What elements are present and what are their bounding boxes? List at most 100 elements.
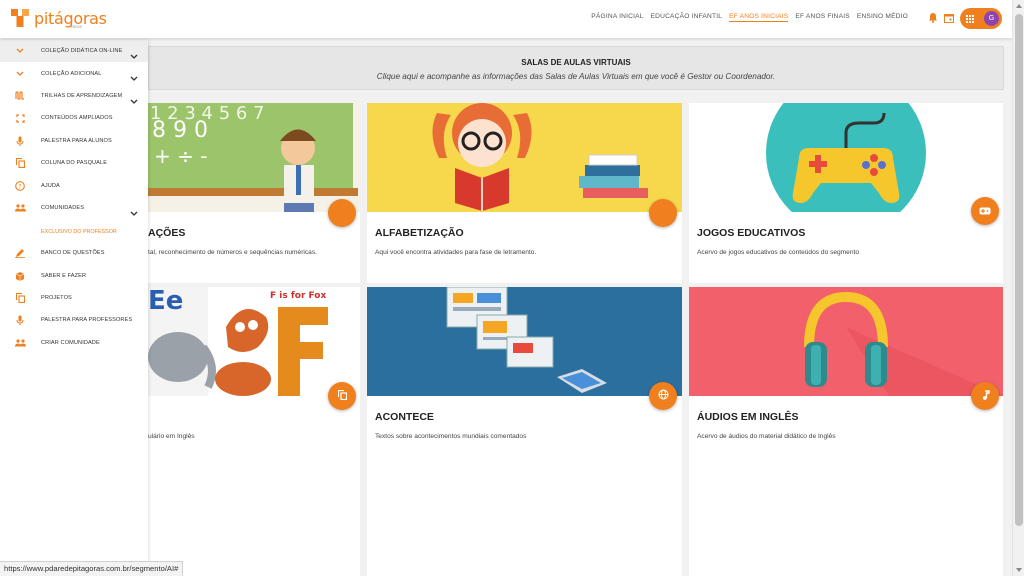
nav-pagina-inicial[interactable]: PÁGINA INICIAL: [591, 13, 643, 22]
card-image-caption: F is for Fox: [270, 291, 326, 301]
sidebar-item-projetos[interactable]: PROJETOS: [0, 287, 148, 309]
card-image: [689, 103, 1003, 212]
top-header: pitágoras REDE PÁGINA INICIAL EDUCAÇÃO I…: [0, 0, 1012, 38]
chevron-down-icon: [130, 204, 138, 222]
nav-ef-anos-iniciais[interactable]: EF ANOS INICIAIS: [729, 13, 789, 22]
card-image: 1 2 3 4 5 6 7 8 9 0 + ÷ -: [148, 103, 360, 212]
brand-subtitle: REDE: [71, 24, 83, 29]
card-title: AÇÕES: [148, 227, 186, 239]
gamepad-icon: [979, 202, 991, 220]
browser-status-url: https://www.pdaredepitagoras.com.br/segm…: [0, 561, 184, 576]
nav-ef-anos-finais[interactable]: EF ANOS FINAIS: [795, 13, 849, 22]
microphone-icon: [14, 314, 26, 326]
card-image: [367, 103, 682, 212]
card-title: ACONTECE: [375, 411, 434, 423]
card-description: Acervo de áudios do material didático de…: [697, 433, 836, 440]
sidebar-item-label: PALESTRA PARA PROFESSORES: [41, 317, 133, 324]
sidebar-item-colecao-didatica[interactable]: COLEÇÃO DIDÁTICA ON-LINE: [0, 40, 148, 63]
card-numeracao[interactable]: 1 2 3 4 5 6 7 8 9 0 + ÷ - AÇÕES tal, rec…: [148, 103, 360, 283]
music-note-icon: [981, 387, 990, 405]
globe-icon: [658, 387, 669, 405]
sidebar-item-comunidades[interactable]: COMUNIDADES: [0, 197, 148, 219]
sidebar-section-professor: EXCLUSIVO DO PROFESSOR: [41, 229, 117, 236]
sidebar-menu: COLEÇÃO DIDÁTICA ON-LINE COLEÇÃO ADICION…: [0, 40, 148, 576]
route-icon: [14, 90, 26, 102]
copy-icon: [14, 157, 26, 169]
sidebar-item-colecao-adicional[interactable]: COLEÇÃO ADICIONAL: [0, 62, 148, 84]
sidebar-item-trilhas[interactable]: TRILHAS DE APRENDIZAGEM: [0, 85, 148, 107]
microphone-icon: [14, 135, 26, 147]
sidebar-item-criar-comunidade[interactable]: CRIAR COMUNIDADE: [0, 332, 148, 354]
sidebar-item-label: PALESTRA PARA ALUNOS: [41, 137, 112, 144]
sidebar-item-label: AJUDA: [41, 182, 60, 189]
card-image: Ee F is for Fox: [148, 287, 360, 396]
group-icon: [14, 202, 26, 214]
card-description: Acervo de jogos educativos de conteúdos …: [697, 249, 860, 256]
card-action-button[interactable]: [971, 382, 999, 410]
card-action-button[interactable]: [971, 197, 999, 225]
bell-icon[interactable]: [928, 10, 938, 28]
card-action-button[interactable]: [649, 199, 677, 227]
sidebar-item-label: COLUNA DO PASQUALE: [41, 160, 108, 167]
expand-icon: [14, 112, 26, 124]
sidebar-item-label: CONTEÚDOS AMPLIADOS: [41, 115, 113, 122]
scroll-up-arrow[interactable]: [1016, 4, 1022, 8]
banner-subtitle: Clique aqui e acompanhe as informações d…: [376, 72, 776, 81]
sidebar-item-label: PROJETOS: [41, 295, 72, 302]
card-image: [689, 287, 1003, 396]
card-action-button[interactable]: [328, 382, 356, 410]
calendar-icon[interactable]: [944, 10, 954, 28]
sidebar-item-label: COMUNIDADES: [41, 204, 85, 211]
svg-text:Ee: Ee: [148, 287, 183, 316]
apps-grid-icon[interactable]: [966, 10, 974, 28]
sidebar-item-label: BANCO DE QUESTÕES: [41, 250, 105, 257]
user-menu-pill[interactable]: G: [960, 8, 1002, 29]
sidebar-item-label: COLEÇÃO DIDÁTICA ON-LINE: [41, 48, 123, 55]
nav-ensino-medio[interactable]: ENSINO MÉDIO: [857, 13, 908, 22]
sidebar-item-label: CRIAR COMUNIDADE: [41, 339, 100, 346]
nav-educacao-infantil[interactable]: EDUCAÇÃO INFANTIL: [651, 13, 723, 22]
sidebar-item-ajuda[interactable]: ? AJUDA: [0, 174, 148, 196]
box-icon: [14, 270, 26, 282]
card-description: tal, reconhecimento de números e sequênc…: [148, 249, 317, 256]
card-description: ulário em Inglês: [148, 433, 195, 440]
card-description: Textos sobre acontecimentos mundiais com…: [375, 433, 527, 440]
card-action-button[interactable]: [649, 382, 677, 410]
card-acontece[interactable]: ACONTECE Textos sobre acontecimentos mun…: [367, 287, 682, 576]
card-title: ÁUDIOS EM INGLÊS: [697, 411, 799, 423]
virtual-classrooms-banner[interactable]: SALAS DE AULAS VIRTUAIS Clique aqui e ac…: [148, 46, 1004, 90]
help-icon: ?: [14, 180, 26, 192]
svg-text:?: ?: [18, 182, 21, 190]
card-action-button[interactable]: [328, 199, 356, 227]
card-alfabetizacao[interactable]: ALFABETIZAÇÃO Aqui você encontra ativida…: [367, 103, 682, 283]
scroll-thumb[interactable]: [1015, 14, 1023, 526]
sidebar-item-saber-fazer[interactable]: SABER E FAZER: [0, 265, 148, 287]
copy-icon: [337, 387, 347, 405]
sidebar-item-palestra-alunos[interactable]: PALESTRA PARA ALUNOS: [0, 130, 148, 152]
sidebar-item-label: SABER E FAZER: [41, 272, 87, 279]
pencil-icon: [14, 247, 26, 259]
avatar[interactable]: G: [984, 11, 999, 26]
card-vocabulario-ingles[interactable]: Ee F is for Fox ulário em Inglês: [148, 287, 360, 576]
svg-text:8 9 0: 8 9 0: [152, 118, 208, 143]
sidebar-item-palestra-professores[interactable]: PALESTRA PARA PROFESSORES: [0, 309, 148, 331]
chevron-down-icon: [14, 68, 26, 80]
logo-icon: [9, 7, 31, 29]
sidebar-item-label: TRILHAS DE APRENDIZAGEM: [41, 92, 123, 99]
banner-title: SALAS DE AULAS VIRTUAIS: [521, 58, 631, 67]
card-image: [367, 287, 682, 396]
card-title: ALFABETIZAÇÃO: [375, 227, 464, 239]
card-description: Aqui você encontra atividades para fase …: [375, 249, 537, 256]
sidebar-item-banco-questoes[interactable]: BANCO DE QUESTÕES: [0, 242, 148, 264]
header-actions: G: [928, 8, 1002, 29]
sidebar-item-conteudos-ampliados[interactable]: CONTEÚDOS AMPLIADOS: [0, 107, 148, 129]
page-scrollbar[interactable]: [1012, 0, 1024, 576]
brand-logo[interactable]: pitágoras: [9, 7, 107, 29]
scroll-down-arrow[interactable]: [1016, 568, 1022, 572]
card-audios-ingles[interactable]: ÁUDIOS EM INGLÊS Acervo de áudios do mat…: [689, 287, 1003, 576]
card-jogos-educativos[interactable]: JOGOS EDUCATIVOS Acervo de jogos educati…: [689, 103, 1003, 283]
top-navigation: PÁGINA INICIAL EDUCAÇÃO INFANTIL EF ANOS…: [591, 13, 908, 22]
sidebar-item-coluna-pasquale[interactable]: COLUNA DO PASQUALE: [0, 152, 148, 174]
card-title: JOGOS EDUCATIVOS: [697, 227, 806, 239]
svg-text:+ ÷ -: + ÷ -: [154, 144, 207, 168]
